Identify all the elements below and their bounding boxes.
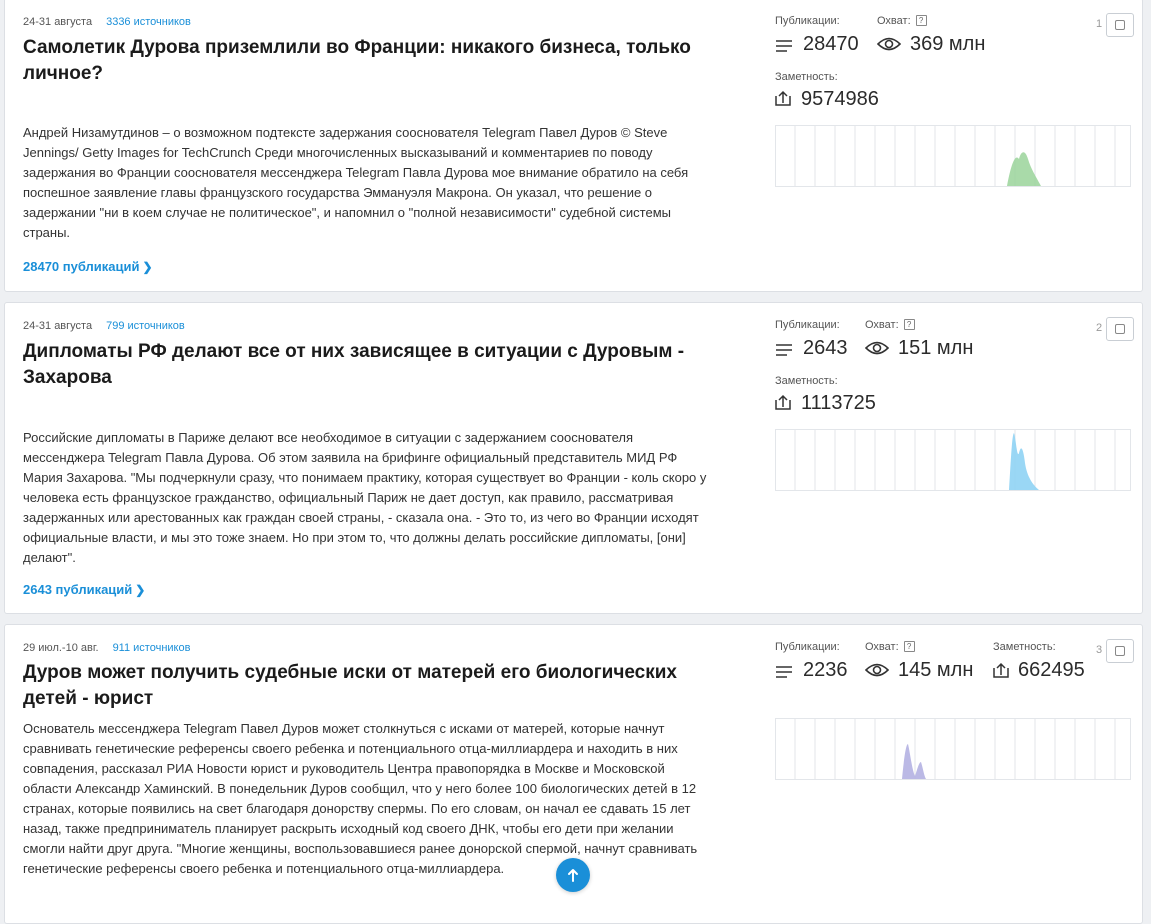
- prominence-label: Заметность:: [775, 71, 838, 83]
- story-text: Основатель мессенджера Telegram Павел Ду…: [23, 721, 698, 876]
- story-meta: 24-31 августа 799 источников: [23, 320, 185, 332]
- prominence-label: Заметность:: [775, 375, 838, 387]
- help-icon[interactable]: ?: [903, 319, 915, 330]
- prominence-icon: [775, 90, 791, 106]
- reach-value: 151 млн: [898, 337, 974, 359]
- arrow-up-icon: [568, 869, 578, 882]
- sources-link[interactable]: 3336 источников: [106, 16, 191, 28]
- lines-icon: [776, 344, 792, 356]
- prominence-value: 9574986: [801, 88, 879, 110]
- activity-chart: [775, 125, 1131, 187]
- publications-label: Публикации:: [775, 319, 840, 331]
- publications-value: 28470: [803, 33, 859, 55]
- reach-label: Охват:?: [865, 319, 915, 331]
- story-number: 3: [1096, 644, 1103, 656]
- story-text: Российские дипломаты в Париже делают все…: [23, 430, 707, 565]
- reach-label: Охват:?: [865, 641, 915, 653]
- publications-label: Публикации:: [775, 15, 840, 27]
- select-checkbox[interactable]: [1106, 317, 1134, 341]
- publications-link-label: 2643 публикаций: [23, 582, 133, 597]
- chart-grid: [775, 718, 1131, 780]
- story-number: 1: [1096, 18, 1103, 30]
- reach-label-text: Охват:: [865, 319, 899, 331]
- eye-icon: [865, 663, 889, 677]
- publications-value: 2236: [803, 659, 848, 681]
- story-card-1: 24-31 августа 3336 источников Самолетик Д…: [4, 0, 1143, 292]
- eye-icon: [865, 341, 889, 355]
- publications-link-label: 28470 публикаций: [23, 259, 140, 274]
- help-icon[interactable]: ?: [915, 15, 927, 26]
- story-title[interactable]: Дипломаты РФ делают все от них зависящее…: [23, 339, 723, 391]
- chevron-right-icon: ❯: [142, 260, 153, 274]
- story-meta: 24-31 августа 3336 источников: [23, 16, 191, 28]
- activity-chart: [775, 429, 1131, 491]
- story-date: 24-31 августа: [23, 320, 93, 332]
- story-card-2: 24-31 августа 799 источников Дипломаты РФ…: [4, 302, 1143, 614]
- story-number: 2: [1096, 322, 1103, 334]
- story-date: 29 июл.-10 авг.: [23, 642, 99, 654]
- eye-icon: [877, 37, 901, 51]
- story-title[interactable]: Дуров может получить судебные иски от ма…: [23, 660, 723, 712]
- story-date: 24-31 августа: [23, 16, 93, 28]
- publications-link[interactable]: 28470 публикаций ❯: [23, 259, 153, 274]
- prominence-icon: [993, 662, 1009, 678]
- publications-link[interactable]: 2643 публикаций ❯: [23, 582, 145, 597]
- prominence-value: 662495: [1018, 659, 1085, 681]
- chart-grid: [775, 429, 1131, 491]
- chart-grid: [775, 125, 1131, 187]
- reach-label: Охват:?: [877, 15, 927, 27]
- publications-label: Публикации:: [775, 641, 840, 653]
- reach-value: 145 млн: [898, 659, 974, 681]
- publications-value: 2643: [803, 337, 848, 359]
- activity-chart: [775, 718, 1131, 780]
- select-checkbox[interactable]: [1106, 13, 1134, 37]
- scroll-to-top-button[interactable]: [556, 858, 590, 892]
- chart-area: [902, 744, 926, 779]
- story-text: Андрей Низамутдинов – о возможном подтек…: [23, 125, 689, 240]
- prominence-icon: [775, 394, 791, 410]
- story-title[interactable]: Самолетик Дурова приземлили во Франции: …: [23, 35, 723, 87]
- lines-icon: [776, 40, 792, 52]
- prominence-value: 1113725: [801, 392, 876, 414]
- select-checkbox[interactable]: [1106, 639, 1134, 663]
- story-meta: 29 июл.-10 авг. 911 источников: [23, 642, 190, 654]
- sources-link[interactable]: 799 источников: [106, 320, 185, 332]
- help-icon[interactable]: ?: [903, 641, 915, 652]
- prominence-label: Заметность:: [993, 641, 1056, 653]
- reach-value: 369 млн: [910, 33, 986, 55]
- reach-label-text: Охват:: [877, 15, 911, 27]
- lines-icon: [776, 666, 792, 678]
- chevron-right-icon: ❯: [135, 583, 146, 597]
- reach-label-text: Охват:: [865, 641, 899, 653]
- chart-area: [1007, 152, 1041, 186]
- sources-link[interactable]: 911 источников: [113, 642, 191, 654]
